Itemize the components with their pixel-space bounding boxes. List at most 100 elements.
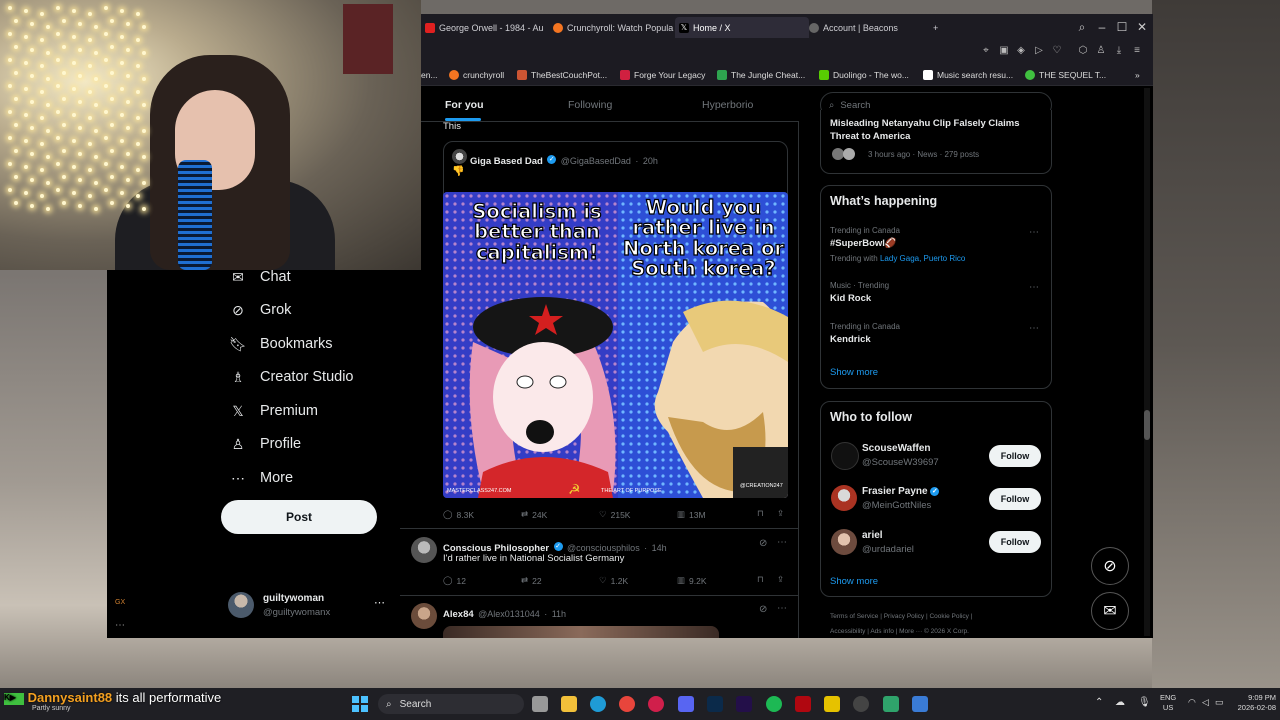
nav-profile[interactable]: ♙ Profile: [230, 432, 301, 456]
grok-explain-icon[interactable]: ⊘: [759, 538, 767, 549]
new-tab-button[interactable]: +: [929, 17, 955, 38]
post2-more-icon[interactable]: ⋯: [777, 537, 787, 548]
follow-name[interactable]: ScouseWaffen: [862, 443, 931, 454]
volume-icon[interactable]: ◁: [1202, 697, 1209, 708]
nav-more[interactable]: ⋯ More: [230, 466, 293, 490]
account-switcher[interactable]: guiltywoman @guiltywomanx ⋯: [228, 592, 390, 624]
app-icon[interactable]: [883, 696, 899, 712]
follow-name[interactable]: Frasier Payne: [862, 486, 928, 497]
grok-explain-icon[interactable]: ⊘: [759, 604, 767, 615]
like-button[interactable]: ♡ 215K: [599, 509, 630, 520]
bookmark-jungle[interactable]: The Jungle Cheat...: [717, 68, 805, 82]
bookmark-button[interactable]: ⊓: [757, 574, 764, 585]
profile-icon[interactable]: ♙: [1095, 45, 1107, 57]
share-button[interactable]: ⇪: [777, 508, 784, 519]
tab-beacons[interactable]: Account | Beacons: [805, 17, 935, 38]
repost-button[interactable]: ⇄ 22: [521, 575, 542, 586]
post2-handle[interactable]: @consciousphilos: [567, 543, 640, 553]
tab-following[interactable]: Following: [568, 88, 612, 122]
tray-chevron-icon[interactable]: ⌃: [1095, 697, 1103, 708]
footer-links-2[interactable]: Accessibility | Ads info | More ··· © 20…: [830, 628, 969, 635]
app-icon[interactable]: [912, 696, 928, 712]
post3-avatar[interactable]: [411, 603, 437, 629]
footer-links[interactable]: Terms of Service | Privacy Policy | Cook…: [830, 613, 972, 620]
bookmark-sequel[interactable]: THE SEQUEL T...: [1025, 68, 1106, 82]
grok-fab-icon[interactable]: ⊘: [1091, 547, 1129, 585]
sticky-notes-icon[interactable]: [824, 696, 840, 712]
mic-icon[interactable]: 🎙︎: [1138, 697, 1151, 708]
show-more-follows[interactable]: Show more: [830, 576, 878, 587]
extensions-icon[interactable]: ⬡: [1077, 45, 1089, 57]
tab-crunchyroll[interactable]: Crunchyroll: Watch Popula: [549, 17, 679, 38]
trend-more-icon[interactable]: ⋯: [1029, 227, 1040, 238]
trend-title[interactable]: Kid Rock: [830, 293, 871, 304]
pin-icon[interactable]: ⌖: [980, 45, 992, 57]
repost-button[interactable]: ⇄ 24K: [521, 509, 547, 520]
play-icon[interactable]: ▷: [1033, 45, 1045, 57]
cloud-icon[interactable]: ☁: [1115, 697, 1125, 708]
gx-menu-icon[interactable]: ⋯: [115, 620, 125, 631]
follow-button[interactable]: Follow: [989, 488, 1041, 510]
nav-grok[interactable]: ⊘ Grok: [230, 298, 291, 322]
follow-avatar[interactable]: [831, 442, 859, 470]
nav-chat[interactable]: ✉ Chat: [230, 265, 291, 289]
task-view-icon[interactable]: [532, 696, 548, 712]
spotify-icon[interactable]: [766, 696, 782, 712]
account-more-icon[interactable]: ⋯: [374, 596, 385, 609]
taskbar-search[interactable]: ⌕ Search: [378, 694, 524, 714]
bookmark-button[interactable]: ⊓: [757, 508, 764, 519]
edge-icon[interactable]: [590, 696, 606, 712]
download-icon[interactable]: ⤓: [1113, 45, 1125, 57]
views-button[interactable]: ▥ 9.2K: [677, 575, 707, 586]
minimize-button[interactable]: –: [1095, 20, 1109, 34]
opera-gx-icon[interactable]: [648, 696, 664, 712]
trend-title[interactable]: Kendrick: [830, 334, 871, 345]
shield-icon[interactable]: ◈: [1015, 45, 1027, 57]
follow-button[interactable]: Follow: [989, 445, 1041, 467]
scrollbar-track[interactable]: [1144, 88, 1150, 636]
file-explorer-icon[interactable]: [561, 696, 577, 712]
chrome-icon[interactable]: [619, 696, 635, 712]
battery-icon[interactable]: ▭: [1215, 697, 1224, 708]
meme-image[interactable]: ☭ Socialism is better than capitalism! W…: [443, 192, 788, 498]
menu-icon[interactable]: ≡: [1131, 45, 1143, 57]
netflix-icon[interactable]: [795, 696, 811, 712]
follow-avatar[interactable]: [831, 529, 857, 555]
maximize-button[interactable]: ☐: [1115, 20, 1129, 34]
search-tabs-icon[interactable]: ⌕: [1075, 20, 1089, 34]
share-button[interactable]: ⇪: [777, 574, 784, 585]
premiere-icon[interactable]: [736, 696, 752, 712]
trend-more-icon[interactable]: ⋯: [1029, 282, 1040, 293]
bookmark-music-search[interactable]: Music search resu...: [923, 68, 1013, 82]
tab-orwell[interactable]: George Orwell - 1984 - Au: [421, 17, 551, 38]
discord-icon[interactable]: [678, 696, 694, 712]
like-button[interactable]: ♡ 1.2K: [599, 575, 628, 586]
trending-with-links[interactable]: Lady Gaga, Puerto Rico: [880, 254, 965, 263]
screenshot-icon[interactable]: ▣: [998, 45, 1010, 57]
bookmark-forge[interactable]: Forge Your Legacy: [620, 68, 705, 82]
language-indicator[interactable]: ENG US: [1160, 693, 1176, 713]
post3-name[interactable]: Alex84: [443, 609, 474, 620]
reply-button[interactable]: ◯ 8.3K: [443, 509, 474, 520]
post3-more-icon[interactable]: ⋯: [777, 603, 787, 614]
show-more-trends[interactable]: Show more: [830, 367, 878, 378]
tab-hyperborio[interactable]: Hyperborio: [702, 88, 753, 122]
post3-media[interactable]: [443, 626, 719, 638]
wifi-icon[interactable]: ◠: [1188, 697, 1196, 708]
reply-button[interactable]: ◯ 12: [443, 575, 466, 586]
clock[interactable]: 9:09 PM 2026-02-08: [1228, 693, 1276, 713]
nav-creator-studio[interactable]: ♗ Creator Studio: [230, 365, 354, 389]
post2-avatar[interactable]: [411, 537, 437, 563]
nav-premium[interactable]: 𝕏 Premium: [230, 399, 318, 423]
bookmark-couchpotato[interactable]: TheBestCouchPot...: [517, 68, 607, 82]
tab-home-x[interactable]: 𝕏 Home / X: [675, 17, 809, 38]
bookmark-en[interactable]: en...: [421, 68, 438, 82]
heart-icon[interactable]: ♡: [1051, 45, 1063, 57]
tab-for-you[interactable]: For you: [445, 88, 484, 122]
obs-icon[interactable]: [853, 696, 869, 712]
messages-fab-icon[interactable]: ✉: [1091, 592, 1129, 630]
start-button[interactable]: [352, 696, 368, 712]
bookmarks-overflow-icon[interactable]: »: [1135, 68, 1140, 82]
bookmark-crunchyroll[interactable]: crunchyroll: [449, 68, 504, 82]
trend-more-icon[interactable]: ⋯: [1029, 323, 1040, 334]
